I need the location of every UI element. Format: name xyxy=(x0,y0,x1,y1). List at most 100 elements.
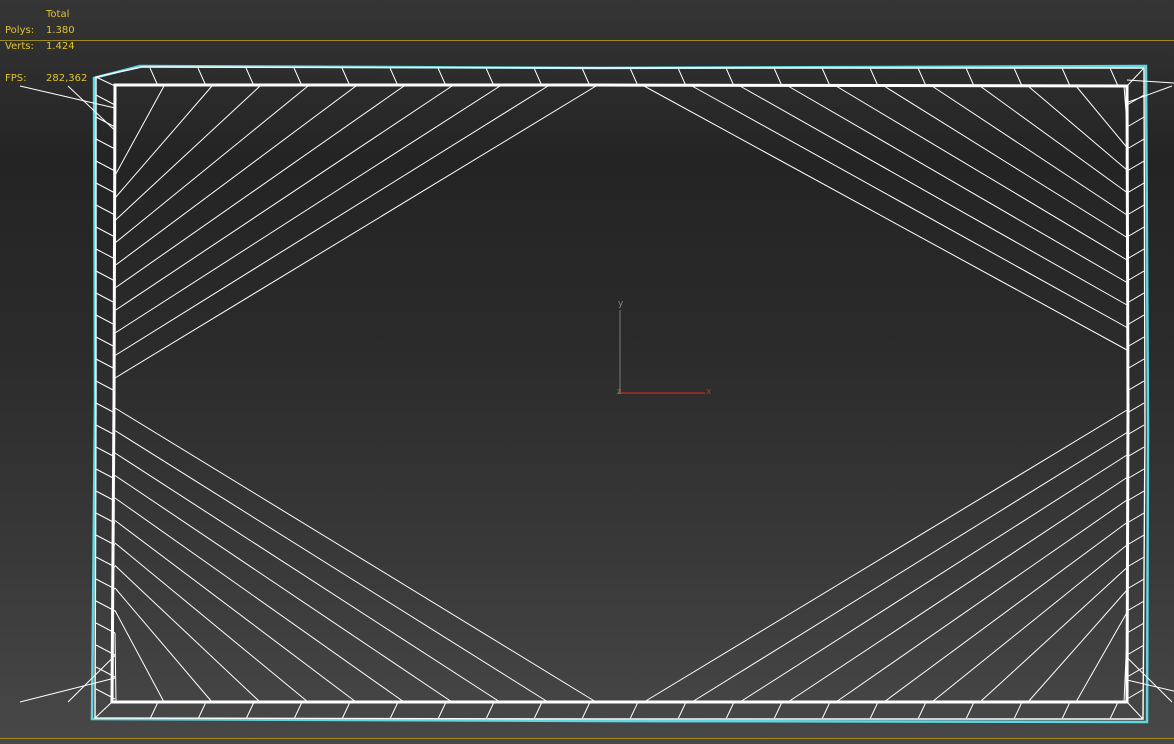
border-segment-bottom xyxy=(869,701,879,720)
border-segment-bottom xyxy=(533,701,543,720)
border-segment-right xyxy=(1126,314,1145,326)
border-segment-bottom xyxy=(197,701,207,720)
border-segment-top xyxy=(389,67,399,87)
border-segment-right xyxy=(1126,446,1145,458)
border-segment-top xyxy=(341,67,351,87)
border-segment-bottom xyxy=(773,701,783,720)
hatch-line-top-left xyxy=(114,85,261,221)
hatch-line-top-right xyxy=(787,85,1128,283)
hatch-line-bottom-left xyxy=(114,407,597,703)
hatch-line-bottom-right xyxy=(643,409,1128,703)
border-segment-left xyxy=(95,446,116,458)
border-segment-bottom xyxy=(1013,701,1023,720)
border-segment-right xyxy=(1126,490,1145,502)
hatch-line-bottom-right xyxy=(883,522,1128,703)
border-segment-bottom xyxy=(485,701,495,720)
hatch-line-top-left xyxy=(67,85,116,131)
border-segment-left xyxy=(95,94,116,106)
border-segment-bottom xyxy=(389,701,399,720)
border-segment-top xyxy=(581,67,591,87)
border-segment-top xyxy=(773,67,783,87)
hatch-line-bottom-left xyxy=(114,475,453,703)
border-segment-right xyxy=(1126,160,1145,172)
border-segment-bottom xyxy=(1109,701,1119,720)
hatch-line-bottom-left xyxy=(114,565,261,703)
border-segment-bottom xyxy=(917,701,927,720)
hatch-line-top-left xyxy=(114,85,405,289)
border-segment-bottom xyxy=(437,701,447,720)
border-segment-right xyxy=(1126,380,1145,392)
border-segment-right xyxy=(1126,94,1145,106)
border-corner xyxy=(1126,67,1145,87)
border-corner xyxy=(1126,701,1144,720)
hatch-line-bottom-left xyxy=(114,587,213,703)
hatch-line-bottom-left xyxy=(19,677,116,703)
hatch-line-top-left xyxy=(114,85,549,356)
border-segment-top xyxy=(1109,67,1119,87)
hatch-line-top-left xyxy=(114,85,165,176)
border-segment-left xyxy=(95,314,116,326)
hatch-line-bottom-left xyxy=(114,430,549,703)
border-segment-top xyxy=(725,67,735,87)
border-segment-bottom xyxy=(821,701,831,720)
border-segment-left xyxy=(95,336,116,348)
border-segment-top xyxy=(965,67,975,87)
border-segment-top xyxy=(533,67,543,87)
border-segment-right xyxy=(1126,358,1145,370)
border-segment-left xyxy=(95,358,116,370)
border-segment-bottom xyxy=(629,701,639,720)
border-segment-left xyxy=(95,402,116,414)
border-segment-left xyxy=(95,226,116,238)
border-segment-top xyxy=(1013,67,1023,87)
border-segment-right xyxy=(1126,556,1145,568)
border-segment-bottom xyxy=(149,701,159,720)
border-segment-top xyxy=(197,67,207,87)
hatch-line-top-right xyxy=(1126,79,1174,84)
border-segment-left xyxy=(95,204,116,216)
hatch-line-top-right xyxy=(739,85,1128,306)
border-segment-top xyxy=(245,67,255,87)
hatch-line-top-right xyxy=(643,85,1128,351)
border-segment-right xyxy=(1126,182,1145,194)
border-corner xyxy=(95,76,116,87)
border-segment-top xyxy=(1061,67,1071,87)
border-segment-right xyxy=(1126,512,1145,524)
hatch-line-bottom-right xyxy=(1075,612,1128,703)
border-segment-bottom xyxy=(725,701,735,720)
border-segment-top xyxy=(293,67,303,87)
border-segment-right xyxy=(1126,336,1145,348)
border-segment-right xyxy=(1126,292,1145,304)
border-segment-bottom xyxy=(293,701,303,720)
hatch-line-top-right xyxy=(979,85,1128,193)
z-axis-label: z xyxy=(617,387,621,396)
y-axis-label: y xyxy=(618,299,624,309)
hatch-line-top-right xyxy=(691,85,1128,328)
border-segment-bottom xyxy=(341,701,351,720)
border-segment-left xyxy=(95,138,116,150)
border-segment-right xyxy=(1126,270,1145,282)
hatch-line-top-right xyxy=(835,85,1128,261)
hatch-line-top-left xyxy=(114,85,357,266)
border-segment-right xyxy=(1126,116,1145,128)
hatch-line-top-left xyxy=(114,85,213,199)
border-segment-right xyxy=(1126,402,1145,414)
x-axis-label: x xyxy=(706,387,712,397)
hatch-line-top-right xyxy=(931,85,1128,216)
hatch-line-top-right xyxy=(883,85,1128,238)
border-segment-left xyxy=(95,270,116,282)
wireframe-scene[interactable]: y x z xyxy=(0,0,1174,744)
hatch-line-bottom-right xyxy=(1027,589,1128,703)
hatch-line-bottom-left xyxy=(114,520,357,703)
viewport-top[interactable]: Total Polys: 1.380 Verts: 1.424 FPS: 282… xyxy=(0,0,1174,744)
diagonal-hatch-lines xyxy=(19,79,1174,703)
hatch-line-bottom-left xyxy=(114,632,117,703)
border-segment-top xyxy=(485,67,495,87)
hatch-line-bottom-right xyxy=(1126,679,1174,692)
border-segment-right xyxy=(1126,248,1145,260)
border-segment-right xyxy=(1126,600,1145,612)
border-segment-right xyxy=(1126,688,1145,700)
border-segment-top xyxy=(917,67,927,87)
border-segment-top xyxy=(149,67,159,87)
border-segment-right xyxy=(1126,578,1145,590)
border-segment-bottom xyxy=(581,701,591,720)
